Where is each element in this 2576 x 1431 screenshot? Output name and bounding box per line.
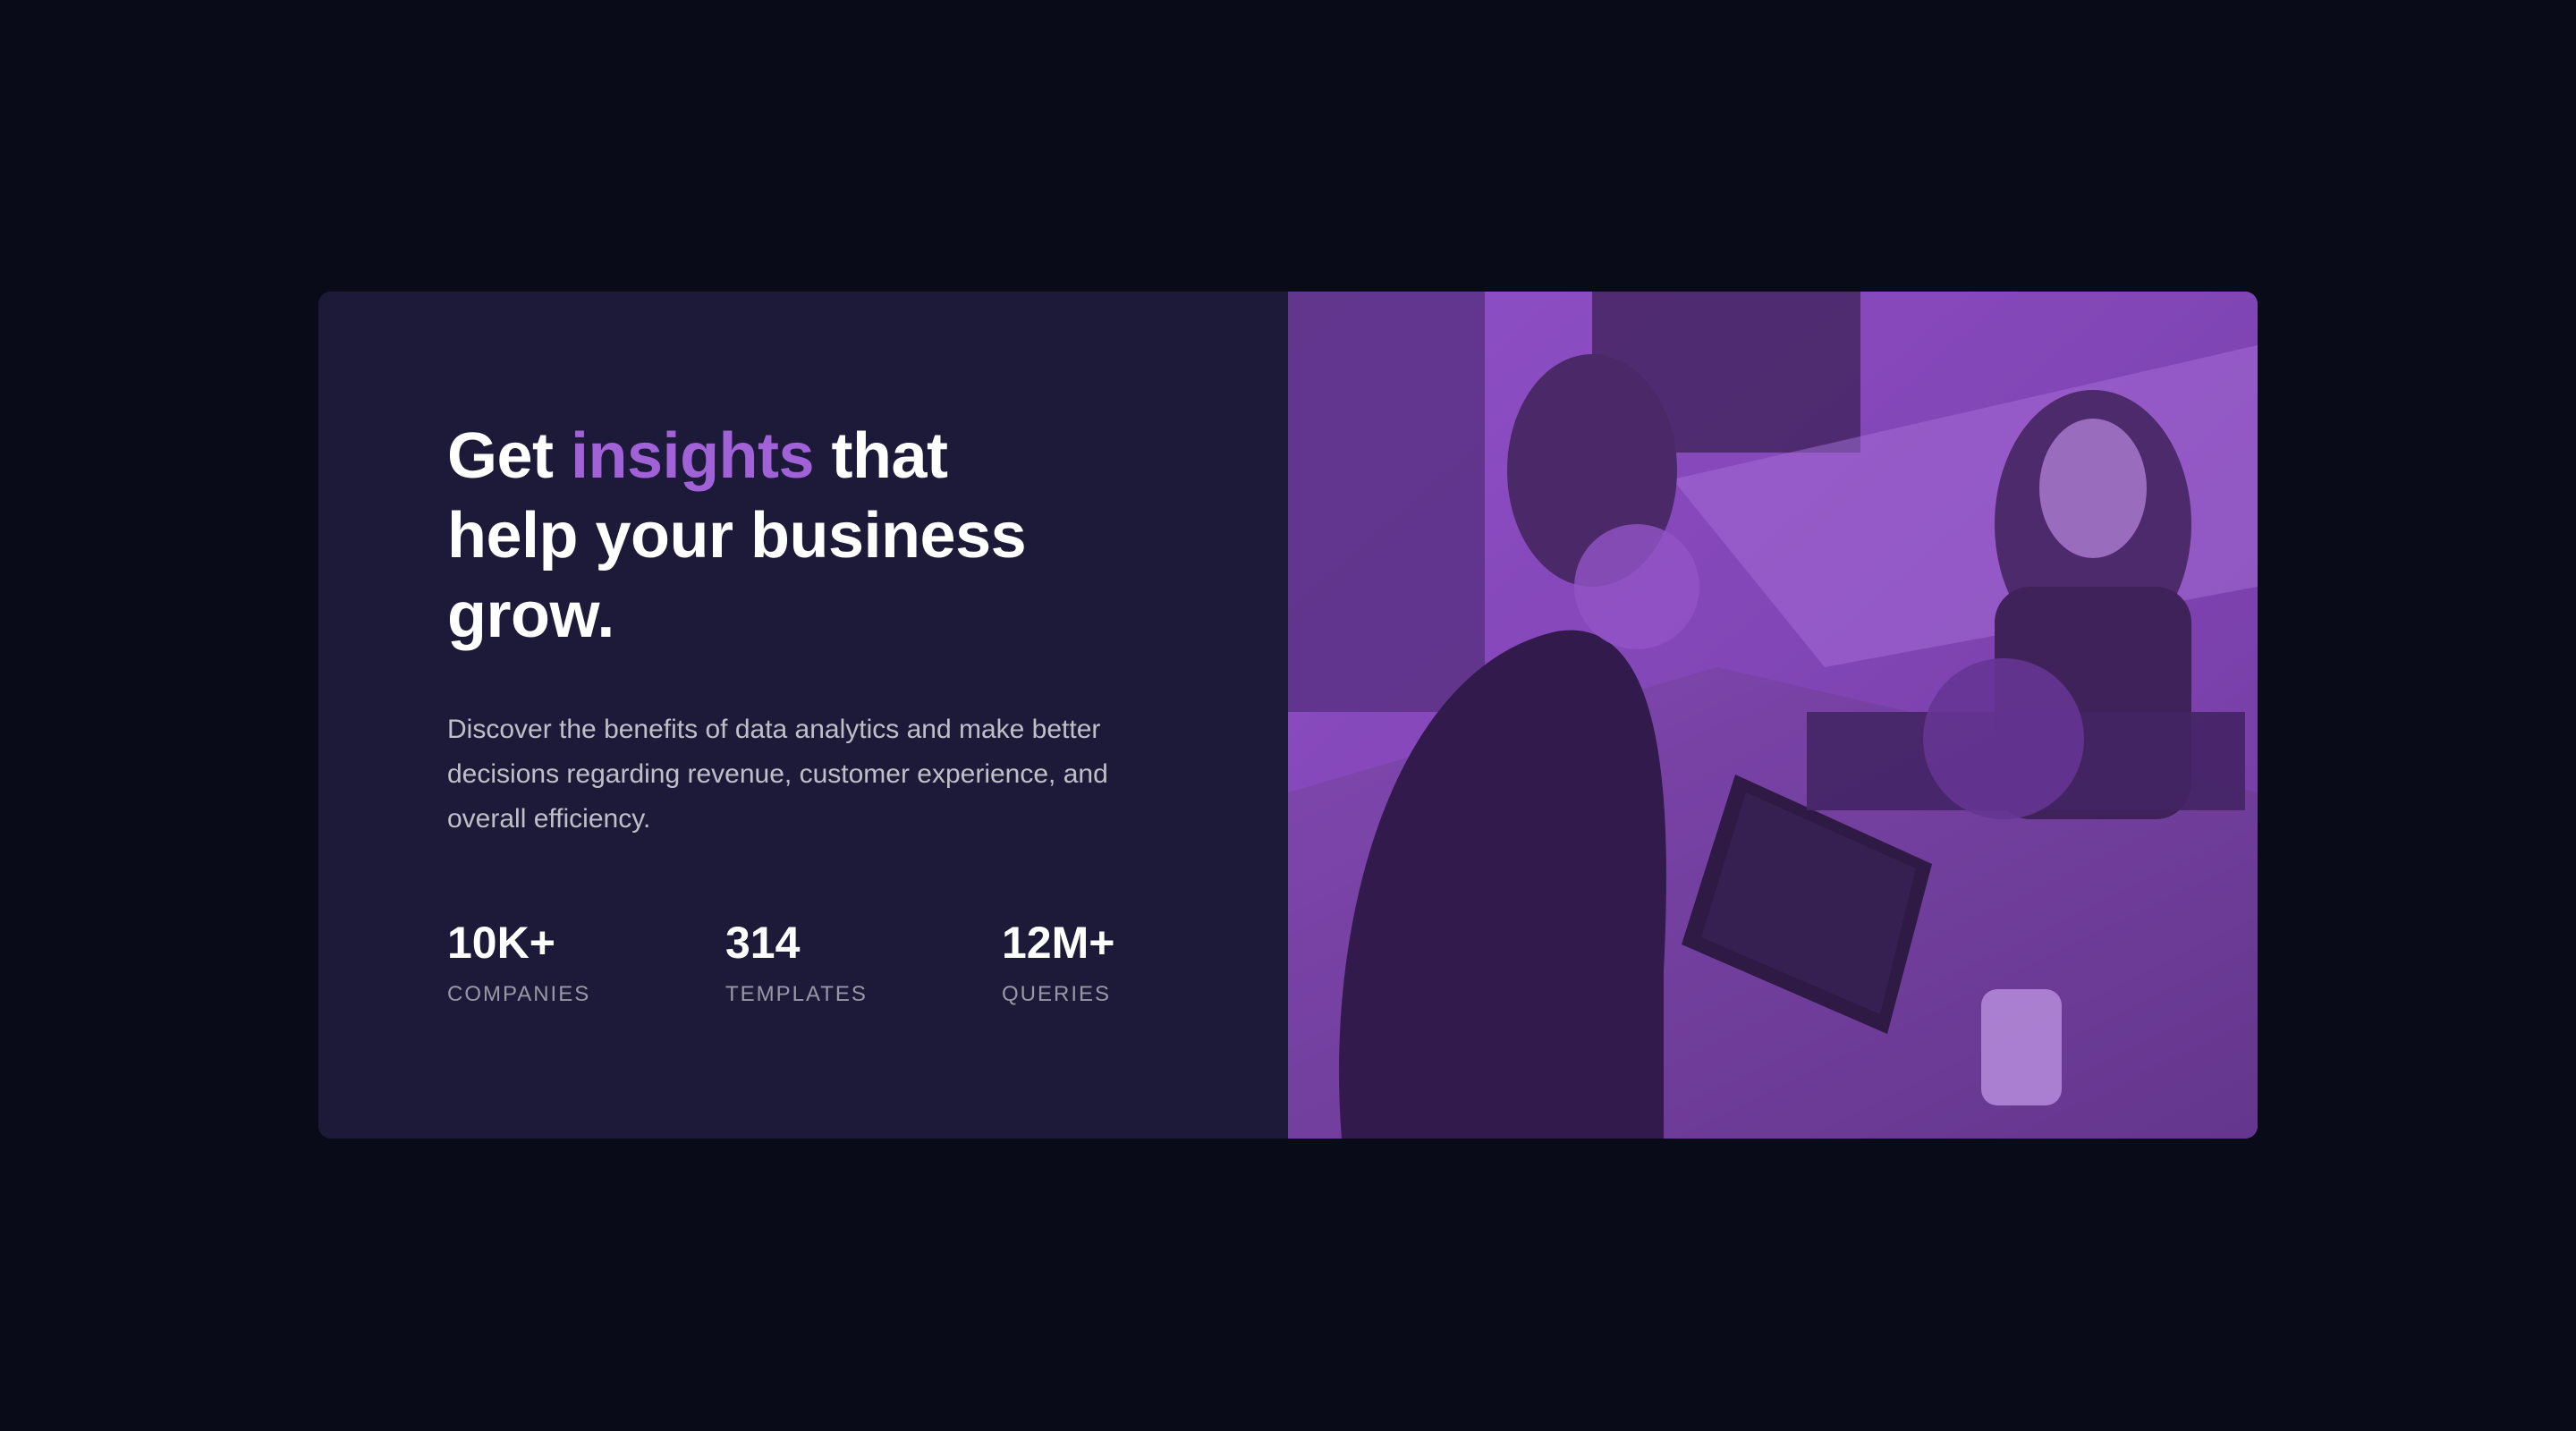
stat-value: 10K+: [447, 918, 555, 968]
headline-accent-word: insights: [571, 420, 815, 492]
headline: Get insights that help your business gro…: [447, 417, 1091, 656]
stat-queries: 12M+ QUERIES: [1002, 917, 1181, 1008]
description: Discover the benefits of data analytics …: [447, 715, 1108, 834]
stats-row: 10K+ COMPANIES 314 TEMPLATES 12M+ QUERIE…: [447, 917, 1181, 1008]
stat-value: 314: [725, 918, 801, 968]
stat-label: QUERIES: [1002, 982, 1112, 1006]
stat-templates: 314 TEMPLATES: [725, 917, 1002, 1008]
stats-preview-card: Get insights that help your business gro…: [318, 292, 2258, 1139]
stat-label: COMPANIES: [447, 982, 591, 1006]
stat-label: TEMPLATES: [725, 982, 868, 1006]
stat-companies: 10K+ COMPANIES: [447, 917, 725, 1008]
stat-value: 12M+: [1002, 918, 1115, 968]
office-photo-illustration: [1288, 292, 2258, 1139]
image-tint-overlay: [1288, 292, 2258, 1139]
header-image: [1288, 292, 2258, 1139]
card-content: Get insights that help your business gro…: [318, 292, 1288, 1139]
headline-lead: Get: [447, 420, 572, 492]
